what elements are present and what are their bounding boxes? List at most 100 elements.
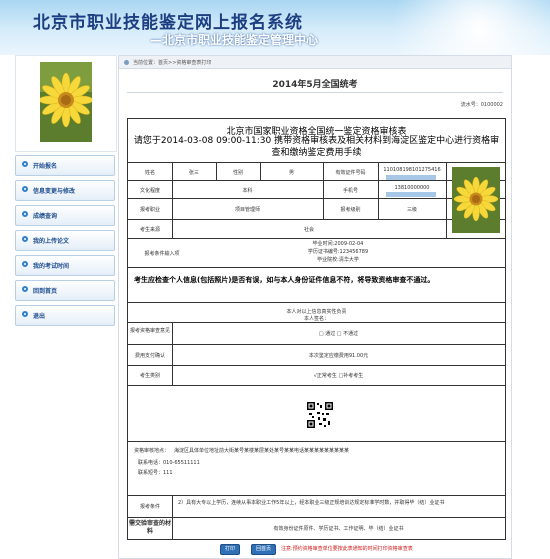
value-occupation: 项目管理师 <box>234 207 260 213</box>
value-level: 三级 <box>406 207 417 213</box>
sidebar-item-label: 我的上传论文 <box>33 238 70 245</box>
sidebar-item-label: 开始报名 <box>33 163 58 170</box>
avatar-box <box>15 55 117 152</box>
app-subtitle: —北京市职业技能鉴定管理中心 <box>150 33 319 47</box>
divider <box>128 322 505 323</box>
exam-type-text: √正常考生 □补考考生 <box>313 373 364 379</box>
notice-text: 注意:预约资格审查单位要按此表通知的时间打印资格审查表 <box>281 546 413 552</box>
value-education: 本科 <box>242 188 253 194</box>
sidebar-item-label: 退出 <box>33 313 46 320</box>
value-name: 张三 <box>188 170 199 176</box>
label-exam-type: 考生类别 <box>139 373 160 379</box>
warning-text: 考生应检查个人信息(包括照片)是否有误，如与本人身份证件信息不符，将导致资格审查… <box>134 276 435 284</box>
flower-photo <box>452 167 500 233</box>
home-button[interactable]: 回首页 <box>251 544 277 555</box>
main-panel: 当前位置：首页>>资格审查表打印 2014年5月全国统考 流水号：0100002… <box>118 55 512 559</box>
applicant-photo <box>452 167 500 233</box>
circle-icon <box>22 186 28 192</box>
divider <box>172 495 173 539</box>
divider <box>128 219 505 220</box>
divider <box>128 267 505 268</box>
divider <box>128 495 505 496</box>
divider <box>128 385 505 386</box>
contact-phone: 联系电话：010-65511111 <box>138 460 200 466</box>
divider <box>128 302 505 303</box>
divider <box>128 517 505 518</box>
divider <box>127 92 503 93</box>
label-gender: 性别 <box>232 170 243 176</box>
header-banner: 北京市职业技能鉴定网上报名系统 —北京市职业技能鉴定管理中心 <box>0 0 550 55</box>
label-review: 报考资格审查意见 <box>129 328 170 334</box>
form-notice: 请您于2014-03-08 09:00-11:30 携带资格审核表及相关材料到海… <box>133 136 500 158</box>
breadcrumb: 当前位置：首页>>资格审查表打印 <box>119 56 511 69</box>
sidebar-item-label: 信息变更与修改 <box>33 188 76 195</box>
divider <box>446 162 447 238</box>
redacted-bar <box>386 175 436 180</box>
divider <box>128 198 505 199</box>
bullet-icon <box>124 60 129 65</box>
label-materials: 需交验审查的材料 <box>128 520 171 535</box>
qr-code-icon <box>306 401 334 429</box>
circle-icon <box>22 211 28 217</box>
sidebar-item-label: 回到首页 <box>33 288 58 295</box>
value-gender: 男 <box>288 170 294 176</box>
divider <box>128 441 505 442</box>
circle-icon <box>22 286 28 292</box>
circle-icon <box>22 236 28 242</box>
sidebar-item-info-change[interactable]: 信息变更与修改 <box>15 180 115 201</box>
page-title: 2014年5月全国统考 <box>272 80 358 90</box>
payment-text: 本次鉴定应缴费用91.00元 <box>308 353 369 359</box>
sidebar-item-register[interactable]: 开始报名 <box>15 155 115 176</box>
sidebar-item-logout[interactable]: 退出 <box>15 305 115 326</box>
label-conditions-input: 报考条件输入项 <box>144 251 180 257</box>
sidebar: 开始报名 信息变更与修改 成绩查询 我的上传论文 我的考试时间 回到首页 退出 <box>15 55 117 555</box>
value-source: 社会 <box>303 227 314 233</box>
sidebar-item-label: 我的考试时间 <box>33 263 70 270</box>
divider <box>128 162 505 163</box>
avatar <box>40 62 92 142</box>
label-level: 报考级别 <box>340 207 361 213</box>
review-form: 北京市国家职业资格全国统一鉴定资格审核表 请您于2014-03-08 09:00… <box>127 118 506 540</box>
label-conditions: 报考条件 <box>139 504 160 510</box>
redacted-bar <box>386 192 436 197</box>
label-source: 考生来源 <box>139 227 160 233</box>
materials-text: 有效身份证件原件、学历证书、工作证明、毕（结）业证书 <box>273 526 404 532</box>
conditions-text: 2）具有大专以上学历，连续从事本职业工作5年以上，经本职业三级正规培训达规定标准… <box>178 500 445 506</box>
sidebar-menu: 开始报名 信息变更与修改 成绩查询 我的上传论文 我的考试时间 回到首页 退出 <box>15 155 115 330</box>
sidebar-item-papers[interactable]: 我的上传论文 <box>15 230 115 251</box>
banner-glow <box>370 0 550 55</box>
value-id: 110108198101275416 <box>383 167 441 173</box>
value-phone: 13810000000 <box>394 185 430 191</box>
sidebar-item-label: 成绩查询 <box>33 213 58 220</box>
value-school: 毕业院校:清华大学 <box>317 257 359 263</box>
label-payment: 费用支付确认 <box>134 353 165 359</box>
sidebar-item-scores[interactable]: 成绩查询 <box>15 205 115 226</box>
label-id: 有效证件号码 <box>335 170 366 176</box>
flower-photo <box>40 62 92 142</box>
review-options[interactable]: □ 通过 □ 不通过 <box>172 330 505 337</box>
circle-icon <box>22 161 28 167</box>
divider <box>128 365 505 366</box>
sidebar-item-home[interactable]: 回到首页 <box>15 280 115 301</box>
label-contact: 资格审核地点： <box>134 448 170 454</box>
value-graduation: 毕业时间:2009-02-04 <box>312 241 364 247</box>
divider <box>128 238 505 239</box>
print-button[interactable]: 打印 <box>220 544 241 555</box>
contact-ext: 联系短号：111 <box>138 470 173 476</box>
label-name: 姓名 <box>144 170 155 176</box>
label-education: 文化程度 <box>139 188 160 194</box>
label-phone: 手机号 <box>342 188 358 194</box>
circle-icon <box>22 261 28 267</box>
value-cert-no: 学历证书编号:123456789 <box>307 249 369 255</box>
sidebar-item-exam-time[interactable]: 我的考试时间 <box>15 255 115 276</box>
circle-icon <box>22 311 28 317</box>
breadcrumb-text: 当前位置：首页>>资格审查表打印 <box>133 60 212 66</box>
app-title: 北京市职业技能鉴定网上报名系统 <box>33 13 303 33</box>
divider <box>128 180 505 181</box>
address-detail: 海淀区具体单位地址前大街某号某楼某层某处某号某某电话某某某某某某某某某 <box>174 448 350 454</box>
serial-number: 流水号：0100002 <box>460 102 503 108</box>
responsibility-text: 本人对以上信息真实性负责 <box>286 309 347 315</box>
divider <box>128 344 505 345</box>
label-occupation: 报考职业 <box>139 207 160 213</box>
signature-label: 本人签名： <box>303 316 329 322</box>
